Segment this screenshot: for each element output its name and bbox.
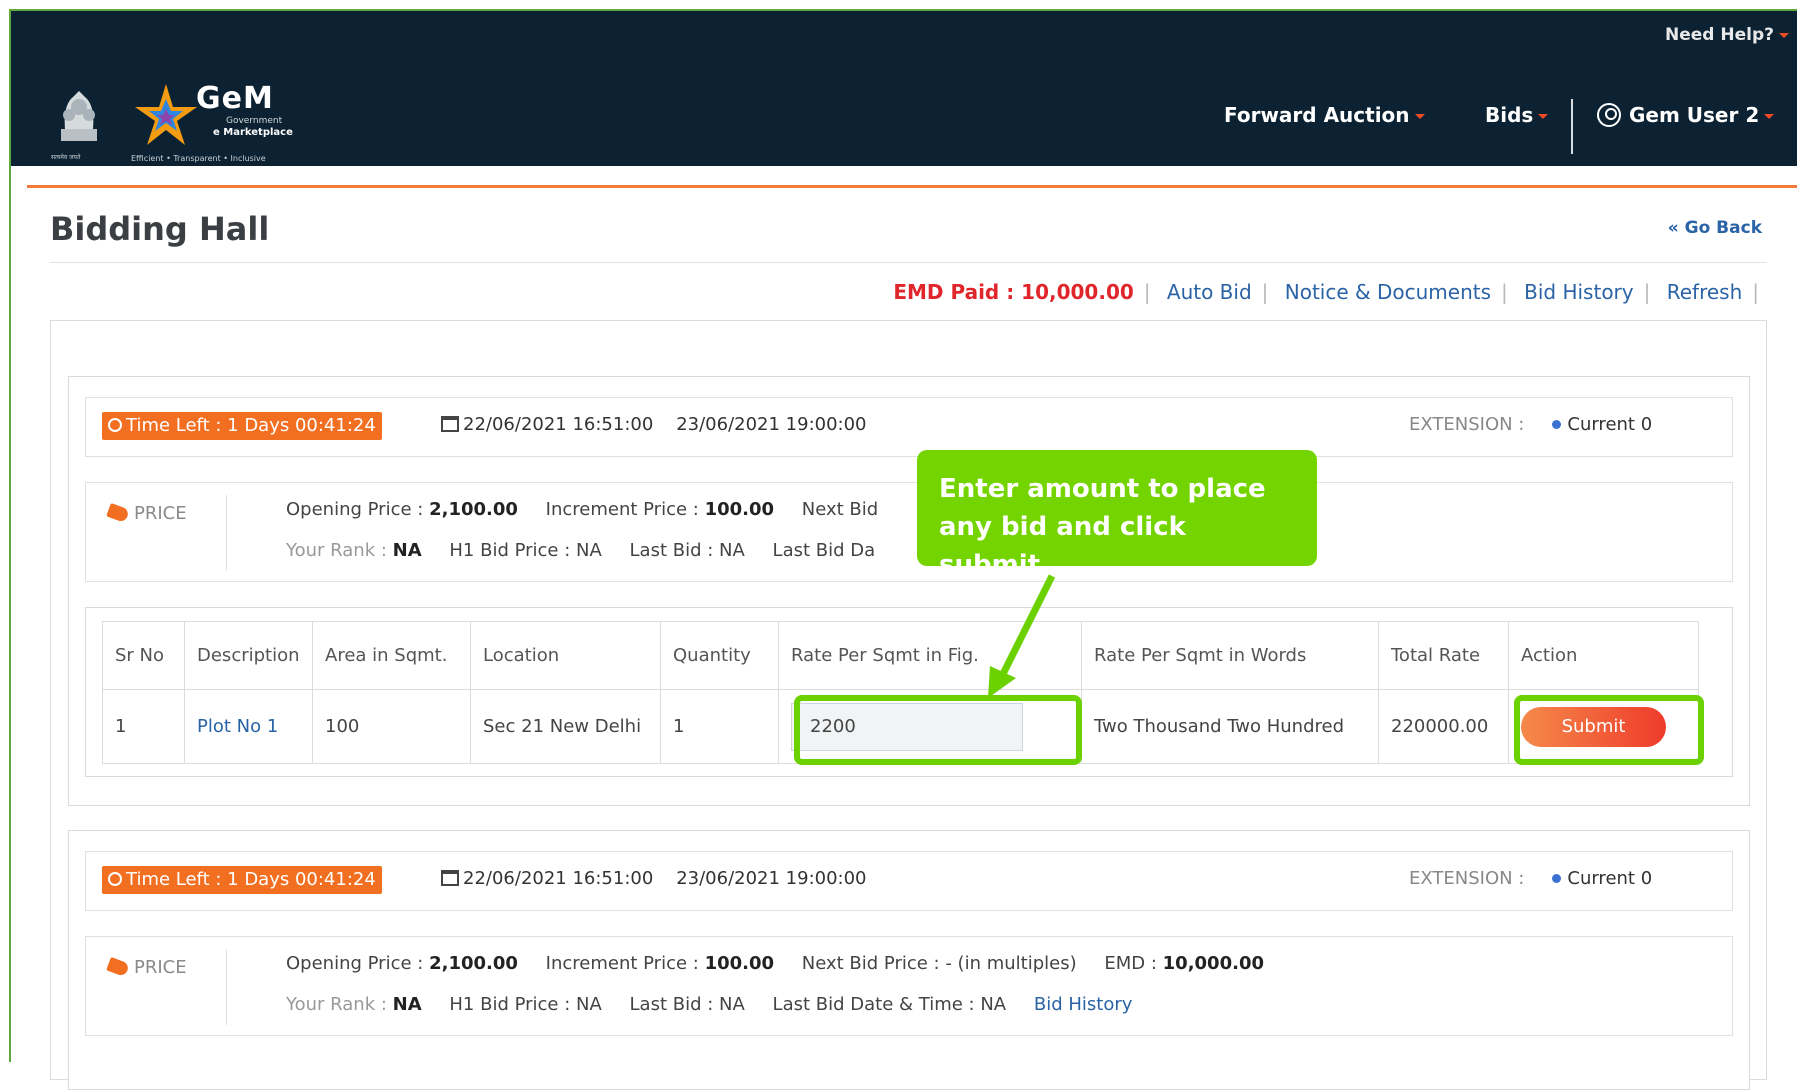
table-header-row: Sr No Description Area in Sqmt. Location…	[102, 621, 1699, 690]
auto-bid-link[interactable]: Auto Bid	[1167, 280, 1252, 304]
chevron-down-icon	[1779, 32, 1789, 38]
cell-quantity: 1	[660, 689, 779, 764]
price-label: PRICE	[106, 957, 187, 978]
plot-link[interactable]: Plot No 1	[184, 689, 313, 764]
refresh-link[interactable]: Refresh	[1667, 280, 1743, 304]
notice-documents-link[interactable]: Notice & Documents	[1285, 280, 1491, 304]
header-accent-rule	[27, 185, 1797, 188]
bullet-icon	[1552, 420, 1562, 429]
auction-time-row: Time Left : 1 Days 00:41:24 22/06/2021 1…	[85, 397, 1733, 457]
col-header: Rate Per Sqmt in Words	[1081, 621, 1379, 690]
auction-dates: 22/06/2021 16:51:00 23/06/2021 19:00:00	[441, 868, 867, 889]
price-panel: PRICE Opening Price : 2,100.00 Increment…	[85, 936, 1733, 1036]
auction-time-row: Time Left : 1 Days 00:41:24 22/06/2021 1…	[85, 851, 1733, 911]
gem-logo-subtitle-1: Government	[226, 116, 283, 126]
cell-location: Sec 21 New Delhi	[470, 689, 661, 764]
price-divider	[226, 495, 227, 571]
gem-logo-subtitle-2: e Marketplace	[213, 127, 293, 138]
callout-arrow-icon	[988, 574, 1056, 698]
price-line-1: Opening Price : 2,100.00 Increment Price…	[286, 499, 879, 520]
price-tag-icon	[106, 503, 130, 523]
top-navbar: Need Help? सत्यमेव जयते GeM Government e…	[11, 11, 1797, 166]
nav-bids[interactable]: Bids	[1485, 103, 1549, 127]
auction-card: Time Left : 1 Days 00:41:24 22/06/2021 1…	[68, 830, 1750, 1090]
price-line-2: Your Rank : NA H1 Bid Price : NA Last Bi…	[286, 994, 1133, 1015]
chevron-down-icon	[1414, 114, 1425, 119]
time-left-badge: Time Left : 1 Days 00:41:24	[102, 412, 382, 440]
nav-divider	[1571, 99, 1573, 154]
extension-info: EXTENSION : Current 0	[1409, 414, 1653, 435]
price-divider	[226, 949, 227, 1025]
bid-history-link[interactable]: Bid History	[1034, 994, 1133, 1015]
nav-forward-auction[interactable]: Forward Auction	[1224, 103, 1425, 127]
price-tag-icon	[106, 957, 130, 977]
auction-dates: 22/06/2021 16:51:00 23/06/2021 19:00:00	[441, 414, 867, 435]
cell-rate-words: Two Thousand Two Hundred	[1081, 689, 1379, 764]
chevron-down-icon	[1538, 114, 1549, 119]
bidding-toolbar: EMD Paid : 10,000.00 | Auto Bid | Notice &…	[893, 280, 1759, 304]
frame-left-border	[9, 10, 11, 1062]
callout-line-1: Enter amount to place	[939, 474, 1266, 504]
cell-sr: 1	[102, 689, 185, 764]
col-header: Location	[470, 621, 661, 690]
gem-logo-tagline: Efficient • Transparent • Inclusive	[131, 154, 266, 163]
col-header: Description	[184, 621, 313, 690]
col-header: Total Rate	[1378, 621, 1509, 690]
calendar-icon	[441, 416, 459, 432]
col-header: Action	[1508, 621, 1699, 690]
chevron-down-icon	[1764, 114, 1775, 119]
col-header: Quantity	[660, 621, 779, 690]
cell-total: 220000.00	[1378, 689, 1509, 764]
price-panel: PRICE Opening Price : 2,100.00 Increment…	[85, 482, 1733, 582]
go-back-link[interactable]: « Go Back	[1668, 218, 1762, 238]
emblem-caption: सत्यमेव जयते	[51, 154, 81, 161]
title-divider	[50, 262, 1767, 263]
extension-info: EXTENSION : Current 0	[1409, 868, 1653, 889]
clock-icon	[108, 872, 122, 886]
bullet-icon	[1552, 874, 1562, 883]
instruction-callout: Enter amount to place any bid and click …	[917, 450, 1317, 580]
screenshot-frame: Need Help? सत्यमेव जयते GeM Government e…	[0, 0, 1797, 1090]
user-icon	[1597, 103, 1621, 127]
price-line-1: Opening Price : 2,100.00 Increment Price…	[286, 953, 1264, 974]
time-left-badge: Time Left : 1 Days 00:41:24	[102, 866, 382, 894]
nav-user-menu[interactable]: Gem User 2	[1597, 103, 1775, 127]
callout-line-2: any bid and click submit.	[939, 512, 1186, 580]
col-header: Sr No	[102, 621, 185, 690]
submit-button-highlight	[1514, 695, 1704, 765]
clock-icon	[108, 418, 122, 432]
gem-logo[interactable]: सत्यमेव जयते GeM Government e Marketplac…	[41, 71, 301, 163]
calendar-icon	[441, 870, 459, 886]
price-line-2: Your Rank : NA H1 Bid Price : NA Last Bi…	[286, 540, 876, 561]
national-emblem-icon	[61, 91, 97, 141]
col-header: Area in Sqmt.	[312, 621, 471, 690]
rate-input-highlight	[794, 695, 1082, 765]
bid-history-link[interactable]: Bid History	[1524, 280, 1633, 304]
emd-paid-label: EMD Paid : 10,000.00	[893, 280, 1134, 304]
price-label: PRICE	[106, 503, 187, 524]
cell-area: 100	[312, 689, 471, 764]
need-help-link[interactable]: Need Help?	[1665, 25, 1789, 45]
page-title: Bidding Hall	[50, 210, 270, 248]
gem-star-icon	[135, 84, 197, 145]
gem-logo-title: GeM	[196, 81, 274, 116]
